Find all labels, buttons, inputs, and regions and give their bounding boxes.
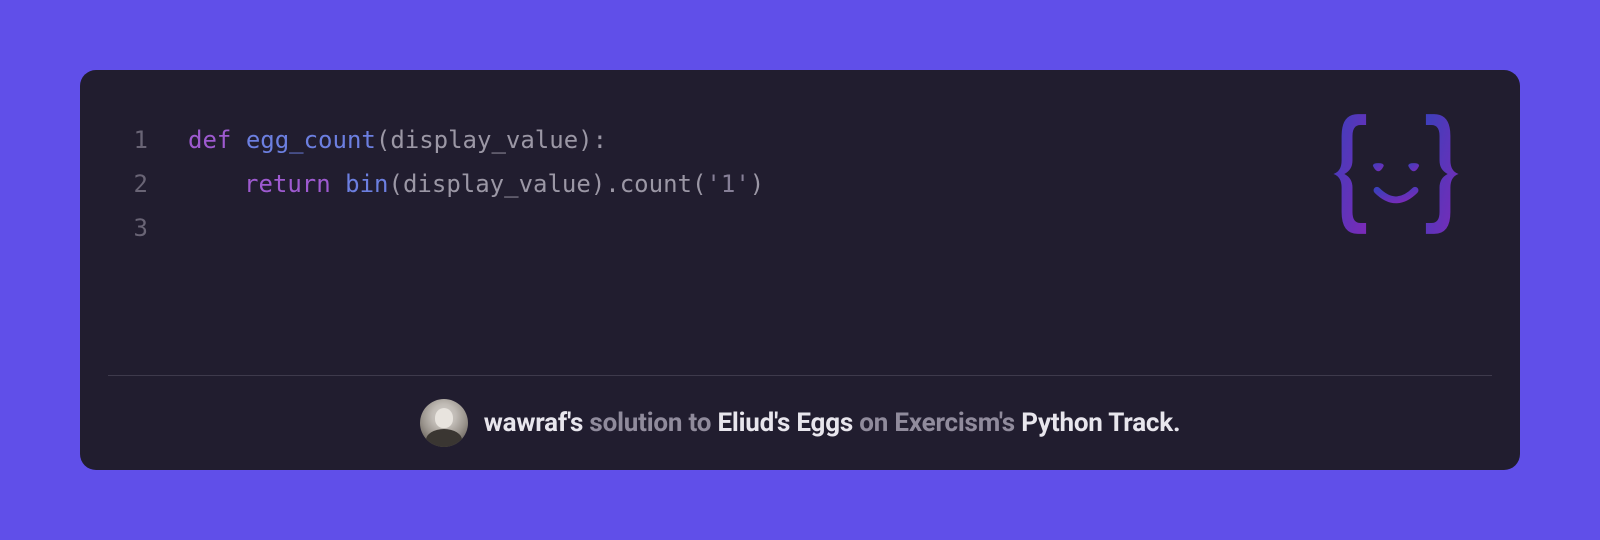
track-name: Python Track. bbox=[1021, 408, 1180, 438]
solution-card: 1 def egg_count(display_value): 2 return… bbox=[80, 70, 1520, 470]
code-line: 2 return bin(display_value).count('1') bbox=[124, 162, 1476, 206]
line-number: 2 bbox=[124, 162, 148, 206]
line-number: 1 bbox=[124, 118, 148, 162]
attribution-footer: wawraf's solution to Eliud's Eggs on Exe… bbox=[80, 376, 1520, 470]
code-content: def egg_count(display_value): bbox=[148, 118, 607, 162]
line-number: 3 bbox=[124, 206, 148, 250]
username: wawraf's bbox=[484, 408, 583, 438]
avatar bbox=[420, 399, 468, 447]
code-block: 1 def egg_count(display_value): 2 return… bbox=[80, 118, 1520, 375]
attribution-text: wawraf's solution to Eliud's Eggs on Exe… bbox=[484, 408, 1181, 438]
code-line: 3 bbox=[124, 206, 1476, 250]
code-line: 1 def egg_count(display_value): bbox=[124, 118, 1476, 162]
code-content: return bin(display_value).count('1') bbox=[148, 162, 764, 206]
code-content bbox=[148, 206, 188, 250]
exercise-name: Eliud's Eggs bbox=[718, 408, 854, 438]
